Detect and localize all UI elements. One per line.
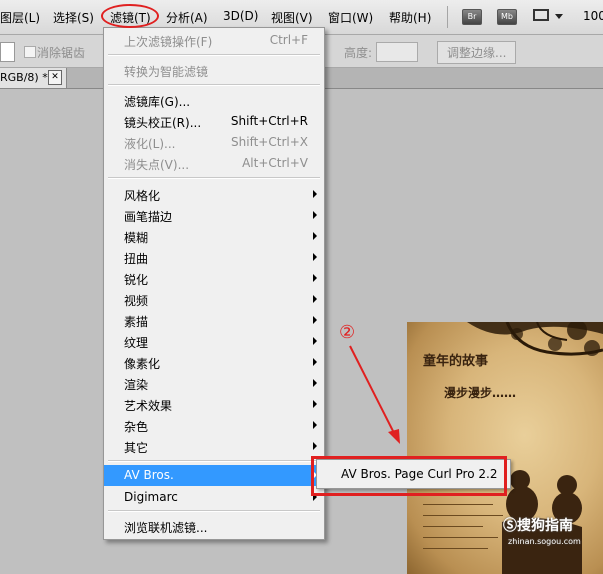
photo-title: 童年的故事	[423, 354, 489, 369]
menu-item-blur[interactable]: 模糊	[104, 226, 324, 247]
menu-item-smart-filter: 转换为智能滤镜	[124, 65, 209, 79]
menu-item-noise[interactable]: 杂色	[104, 415, 324, 436]
menu-item-av-bros[interactable]: AV Bros.	[104, 465, 324, 486]
sogou-watermark-url: zhinan.sogou.com	[508, 537, 581, 546]
zoom-level[interactable]: 100	[583, 9, 603, 23]
close-icon[interactable]: ✕	[48, 70, 62, 85]
menu-item-liquify: 液化(L)... Shift+Ctrl+X	[124, 135, 308, 151]
submenu-arrow-icon	[313, 274, 317, 282]
menu-divider	[108, 177, 320, 179]
submenu-arrow-icon	[313, 400, 317, 408]
menu-help[interactable]: 帮助(H)	[389, 9, 431, 26]
menu-item-vanishing-point: 消失点(V)... Alt+Ctrl+V	[124, 156, 308, 172]
menu-layer[interactable]: 图层(L)	[0, 9, 40, 26]
document-tab[interactable]: RGB/8) * ✕	[0, 68, 67, 88]
menu-item-render[interactable]: 渲染	[104, 373, 324, 394]
menu-item-distort[interactable]: 扭曲	[104, 247, 324, 268]
antialias-checkbox[interactable]	[24, 46, 36, 58]
submenu-arrow-icon	[313, 358, 317, 366]
menu-divider	[108, 510, 320, 512]
menu-window[interactable]: 窗口(W)	[328, 9, 373, 26]
menu-item-pixelate[interactable]: 像素化	[104, 352, 324, 373]
height-label: 高度:	[344, 46, 373, 60]
menu-view[interactable]: 视图(V)	[271, 9, 313, 26]
submenu-arrow-icon	[313, 379, 317, 387]
menu-item-browse-online[interactable]: 浏览联机滤镜...	[104, 516, 324, 537]
document-tab-title: RGB/8) *	[0, 71, 48, 84]
menu-item-video[interactable]: 视频	[104, 289, 324, 310]
photo-text-lines	[423, 494, 513, 559]
annotation-arrow	[349, 345, 400, 444]
menu-3d[interactable]: 3D(D)	[223, 9, 258, 23]
submenu-arrow-icon	[313, 211, 317, 219]
mini-bridge-button[interactable]: Mb	[497, 9, 517, 25]
menu-item-last-filter: 上次滤镜操作(F) Ctrl+F	[124, 33, 308, 49]
height-field[interactable]	[376, 42, 418, 62]
view-extras-icon[interactable]	[533, 9, 549, 21]
menu-item-sharpen[interactable]: 锐化	[104, 268, 324, 289]
submenu-arrow-icon	[313, 442, 317, 450]
antialias-label: 消除锯齿	[37, 46, 86, 60]
menu-item-stylize[interactable]: 风格化	[104, 184, 324, 205]
submenu-arrow-icon	[313, 295, 317, 303]
menu-analysis[interactable]: 分析(A)	[166, 9, 208, 26]
sogou-watermark: Ⓢ搜狗指南	[503, 518, 573, 534]
submenu-arrow-icon	[313, 316, 317, 324]
refine-edge-button[interactable]: 调整边缘...	[437, 41, 517, 64]
filter-menu-highlight-circle	[101, 4, 159, 28]
menu-divider	[108, 54, 320, 56]
photo-subtitle: 漫步漫步……	[444, 386, 517, 400]
menubar-divider	[447, 6, 448, 28]
menu-item-digimarc[interactable]: Digimarc	[104, 487, 324, 508]
menu-select[interactable]: 选择(S)	[53, 9, 94, 26]
menu-item-lens-correction[interactable]: 镜头校正(R)... Shift+Ctrl+R	[104, 111, 324, 132]
menu-item-texture[interactable]: 纹理	[104, 331, 324, 352]
chevron-down-icon[interactable]	[555, 14, 563, 19]
submenu-arrow-icon	[313, 253, 317, 261]
menu-item-filter-gallery[interactable]: 滤镜库(G)...	[104, 90, 324, 111]
submenu-arrow-icon	[313, 232, 317, 240]
feather-field[interactable]	[0, 42, 15, 62]
submenu-arrow-icon	[313, 190, 317, 198]
submenu-arrow-icon	[313, 421, 317, 429]
menu-divider	[108, 84, 320, 86]
menu-item-artistic[interactable]: 艺术效果	[104, 394, 324, 415]
submenu-arrow-icon	[313, 337, 317, 345]
filter-menu: 上次滤镜操作(F) Ctrl+F 转换为智能滤镜 滤镜库(G)... 镜头校正(…	[103, 27, 325, 540]
menu-item-brush-strokes[interactable]: 画笔描边	[104, 205, 324, 226]
bridge-button[interactable]: Br	[462, 9, 482, 25]
menu-divider	[108, 460, 320, 462]
menu-item-other[interactable]: 其它	[104, 436, 324, 457]
menu-item-sketch[interactable]: 素描	[104, 310, 324, 331]
page-curl-highlight-box	[311, 456, 507, 496]
